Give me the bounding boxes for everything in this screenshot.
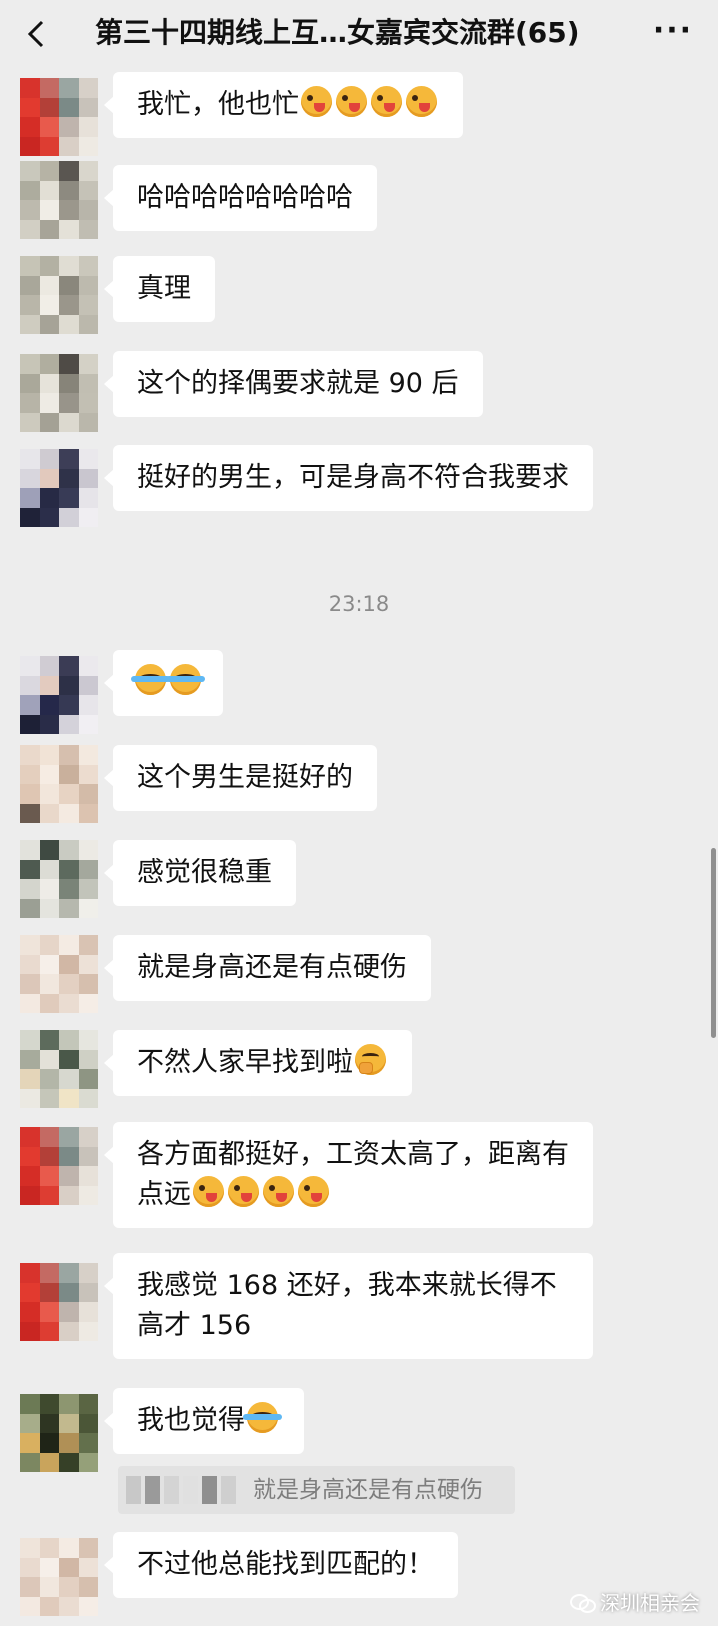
avatar[interactable]	[20, 161, 98, 239]
scrollbar[interactable]	[711, 848, 716, 1038]
watermark: 深圳相亲会	[570, 1587, 700, 1616]
message-bubble[interactable]: 不然人家早找到啦	[104, 1030, 412, 1096]
quoted-text: 就是身高还是有点硬伤	[253, 1477, 483, 1503]
message-text: 就是身高还是有点硬伤	[137, 952, 407, 983]
message-bubble[interactable]: 哈哈哈哈哈哈哈哈	[104, 165, 377, 231]
message-text: 哈哈哈哈哈哈哈哈	[137, 182, 353, 213]
wink-emoji-icon	[298, 1176, 329, 1207]
avatar[interactable]	[20, 1538, 98, 1616]
avatar[interactable]	[20, 656, 98, 734]
message-text: 不然人家早找到啦	[137, 1047, 353, 1078]
message-bubble[interactable]: 感觉很稳重	[104, 840, 296, 906]
message-bubble[interactable]: 这个的择偶要求就是 90 后	[104, 351, 483, 417]
wechat-icon	[570, 1592, 596, 1613]
message-bubble[interactable]: 真理	[104, 256, 215, 322]
chat-header: 第三十四期线上互…女嘉宾交流群(65) ···	[0, 0, 718, 68]
message-bubble[interactable]: 我忙，他也忙	[104, 72, 463, 138]
wink-emoji-icon	[193, 1176, 224, 1207]
avatar[interactable]	[20, 1030, 98, 1108]
message-text: 我忙，他也忙	[137, 89, 299, 120]
message-bubble[interactable]: 不过他总能找到匹配的！	[104, 1532, 458, 1598]
message-text: 我感觉 168 还好，我本来就长得不高才 156	[137, 1270, 557, 1341]
quoted-sender-name	[126, 1476, 236, 1504]
message-bubble[interactable]: 我也觉得	[104, 1388, 304, 1454]
more-options-button[interactable]: ···	[650, 16, 696, 48]
laughing-tears-emoji-icon	[166, 664, 205, 695]
message-text: 不过他总能找到匹配的！	[137, 1549, 434, 1580]
avatar[interactable]	[20, 1394, 98, 1472]
avatar[interactable]	[20, 256, 98, 334]
message-bubble[interactable]: 我感觉 168 还好，我本来就长得不高才 156	[104, 1253, 593, 1359]
avatar[interactable]	[20, 354, 98, 432]
avatar[interactable]	[20, 935, 98, 1013]
wink-emoji-icon	[371, 86, 402, 117]
message-text: 这个男生是挺好的	[137, 762, 353, 793]
laughing-tears-emoji-icon	[131, 664, 170, 695]
message-bubble[interactable]: 各方面都挺好，工资太高了，距离有点远	[104, 1122, 593, 1228]
chat-title: 第三十四期线上互…女嘉宾交流群(65)	[95, 16, 580, 49]
message-bubble[interactable]: 这个男生是挺好的	[104, 745, 377, 811]
wink-emoji-icon	[336, 86, 367, 117]
laughing-tears-emoji-icon	[243, 1402, 282, 1433]
quoted-message[interactable]: 就是身高还是有点硬伤	[118, 1466, 515, 1514]
chevron-left-icon[interactable]	[22, 18, 54, 50]
avatar[interactable]	[20, 840, 98, 918]
message-bubble[interactable]: 就是身高还是有点硬伤	[104, 935, 431, 1001]
wink-emoji-icon	[263, 1176, 294, 1207]
message-text: 真理	[137, 273, 191, 304]
message-text: 挺好的男生，可是身高不符合我要求	[137, 462, 569, 493]
avatar[interactable]	[20, 745, 98, 823]
timestamp-separator: 23:18	[328, 592, 390, 616]
avatar[interactable]	[20, 1263, 98, 1341]
message-bubble[interactable]: 挺好的男生，可是身高不符合我要求	[104, 445, 593, 511]
avatar[interactable]	[20, 1127, 98, 1205]
message-bubble[interactable]	[104, 650, 223, 716]
wink-emoji-icon	[228, 1176, 259, 1207]
wink-emoji-icon	[406, 86, 437, 117]
watermark-text: 深圳相亲会	[600, 1591, 700, 1615]
avatar[interactable]	[20, 78, 98, 156]
wink-emoji-icon	[301, 86, 332, 117]
thinking-face-emoji-icon	[355, 1044, 386, 1075]
avatar[interactable]	[20, 449, 98, 527]
message-text: 感觉很稳重	[137, 857, 272, 888]
message-text: 这个的择偶要求就是 90 后	[137, 368, 459, 399]
message-text: 我也觉得	[137, 1405, 245, 1436]
